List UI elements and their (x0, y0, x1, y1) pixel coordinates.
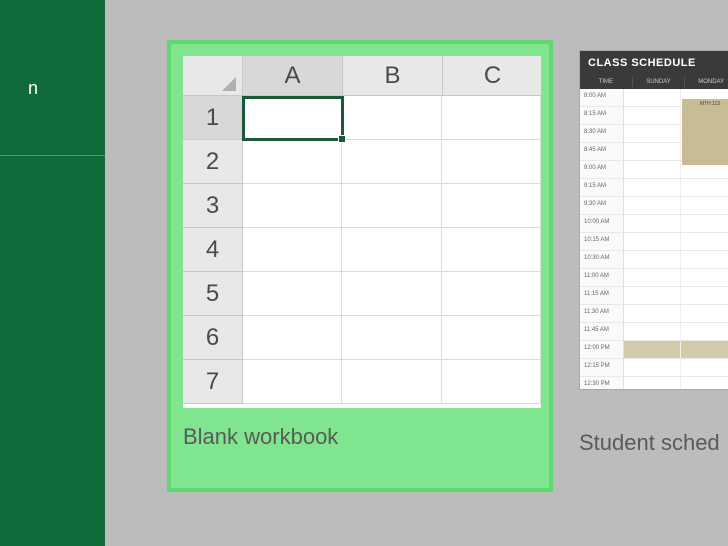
fill-handle-icon (338, 135, 346, 143)
template-label-student-schedule: Student sched (579, 430, 728, 456)
schedule-event: MTH 113 (682, 99, 728, 165)
schedule-time: 12:15 PM (580, 359, 624, 376)
schedule-time: 11:15 AM (580, 287, 624, 304)
schedule-time: 12:00 PM (580, 341, 624, 358)
row-header-3: 3 (183, 184, 243, 228)
schedule-title: CLASS SCHEDULE (580, 51, 728, 75)
schedule-day-headers: TIME SUNDAY MONDAY (580, 75, 728, 89)
sidebar-divider (0, 155, 105, 156)
schedule-col-monday: MONDAY (685, 77, 728, 87)
active-cell-a1 (242, 96, 344, 141)
app-sidebar: n (0, 0, 105, 546)
schedule-time: 11:45 AM (580, 323, 624, 340)
template-blank-workbook[interactable]: A B C 1 2 3 4 5 6 7 Blank workbook (167, 40, 553, 492)
sidebar-nav-item[interactable]: n (28, 78, 38, 99)
schedule-time: 9:30 AM (580, 197, 624, 214)
column-header-a: A (243, 56, 343, 96)
schedule-time: 10:15 AM (580, 233, 624, 250)
row-header-7: 7 (183, 360, 243, 404)
schedule-time: 12:30 PM (580, 377, 624, 390)
row-header-6: 6 (183, 316, 243, 360)
schedule-time: 11:30 AM (580, 305, 624, 322)
student-schedule-thumbnail: CLASS SCHEDULE TIME SUNDAY MONDAY 8:00 A… (579, 50, 728, 390)
schedule-time: 9:00 AM (580, 161, 624, 178)
schedule-col-sunday: SUNDAY (633, 77, 686, 87)
schedule-time: 8:30 AM (580, 125, 624, 142)
template-gallery: A B C 1 2 3 4 5 6 7 Blank workbook (105, 0, 728, 546)
schedule-time: 10:00 AM (580, 215, 624, 232)
schedule-time: 8:45 AM (580, 143, 624, 160)
row-header-2: 2 (183, 140, 243, 184)
schedule-time: 11:00 AM (580, 269, 624, 286)
row-header-5: 5 (183, 272, 243, 316)
cell-grid (243, 96, 541, 408)
template-label-blank: Blank workbook (183, 424, 338, 450)
schedule-time: 10:30 AM (580, 251, 624, 268)
select-all-corner (183, 56, 243, 96)
blank-workbook-thumbnail: A B C 1 2 3 4 5 6 7 (183, 56, 541, 408)
column-header-c: C (443, 56, 541, 96)
schedule-time: 8:15 AM (580, 107, 624, 124)
schedule-col-time: TIME (580, 77, 633, 87)
template-student-schedule[interactable]: CLASS SCHEDULE TIME SUNDAY MONDAY 8:00 A… (579, 50, 728, 490)
row-header-1: 1 (183, 96, 243, 140)
schedule-time: 8:00 AM (580, 89, 624, 106)
row-header-4: 4 (183, 228, 243, 272)
column-header-b: B (343, 56, 443, 96)
schedule-time: 9:15 AM (580, 179, 624, 196)
